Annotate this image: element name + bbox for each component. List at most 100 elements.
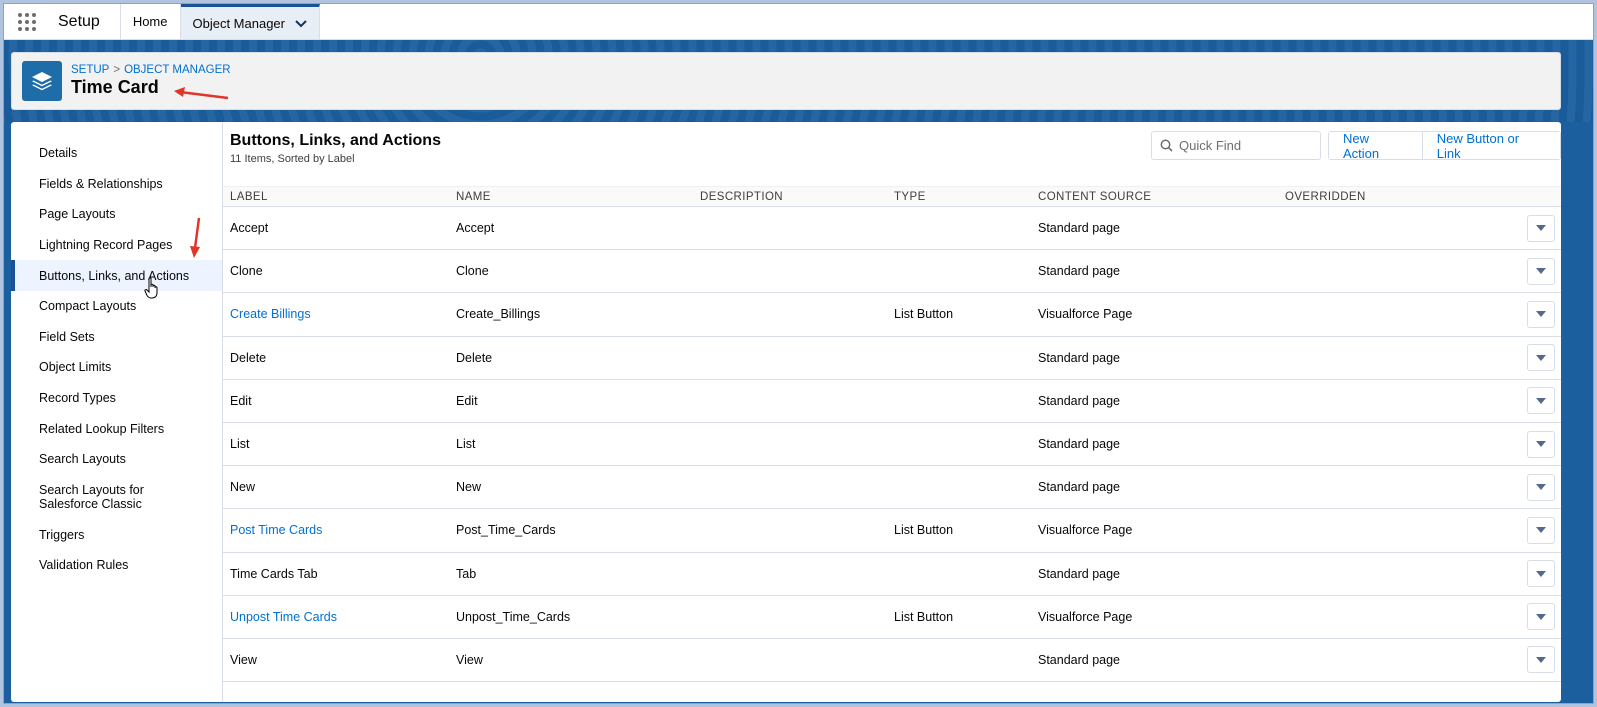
caret-down-icon xyxy=(1536,397,1546,404)
sidebar-item-search-layouts[interactable]: Search Layouts xyxy=(11,444,222,475)
caret-down-icon xyxy=(1536,441,1546,448)
row-label[interactable]: Post Time Cards xyxy=(230,523,322,537)
row-type: List Button xyxy=(894,523,954,538)
breadcrumb-setup[interactable]: SETUP xyxy=(71,64,109,76)
table-row: Delete Delete Standard page xyxy=(223,337,1561,380)
row-actions-menu-button[interactable] xyxy=(1527,516,1555,544)
table-row: Unpost Time Cards Unpost_Time_Cards List B… xyxy=(223,596,1561,639)
hand-cursor-icon xyxy=(144,277,158,299)
sidebar-item-label: Object Limits xyxy=(39,360,112,375)
annotation-arrow-sidebar xyxy=(190,217,201,258)
sidebar-item-label: Fields & Relationships xyxy=(39,176,163,191)
column-header-overridden[interactable]: OVERRIDDEN xyxy=(1285,191,1515,203)
row-label: List xyxy=(230,437,250,452)
column-header-label[interactable]: LABEL xyxy=(223,191,456,203)
sidebar-item-object-limits[interactable]: Object Limits xyxy=(11,352,222,383)
sidebar-item-search-layouts-classic[interactable]: Search Layouts for Salesforce Classic xyxy=(11,475,222,520)
row-label: Accept xyxy=(230,221,269,236)
column-header-description[interactable]: DESCRIPTION xyxy=(700,191,894,203)
sidebar: Details Fields & Relationships Page Layo… xyxy=(11,122,223,702)
table-row: View View Standard page xyxy=(223,639,1561,683)
row-actions-menu-button[interactable] xyxy=(1527,646,1555,674)
sidebar-item-compact-layouts[interactable]: Compact Layouts xyxy=(11,291,222,322)
table-row: New New Standard page xyxy=(223,466,1561,510)
sidebar-item-label: Compact Layouts xyxy=(39,299,137,314)
row-actions-menu-button[interactable] xyxy=(1527,300,1555,328)
row-label: Clone xyxy=(230,264,263,279)
section-subtitle: 11 Items, Sorted by Label xyxy=(230,153,355,165)
row-content-source: Visualforce Page xyxy=(1038,523,1133,538)
breadcrumb-object-manager[interactable]: OBJECT MANAGER xyxy=(124,64,231,76)
quick-find-box[interactable] xyxy=(1151,131,1321,160)
new-button-or-link-button[interactable]: New Button or Link xyxy=(1421,131,1560,161)
row-actions-menu-button[interactable] xyxy=(1527,603,1555,631)
sidebar-item-record-types[interactable]: Record Types xyxy=(11,383,222,414)
row-content-source: Visualforce Page xyxy=(1038,609,1133,624)
row-type: List Button xyxy=(894,609,954,624)
chevron-down-icon[interactable] xyxy=(295,16,307,31)
row-content-source: Standard page xyxy=(1038,350,1121,365)
quick-find-input[interactable] xyxy=(1179,138,1319,153)
sidebar-item-label: Details xyxy=(39,146,78,161)
row-name: New xyxy=(456,480,482,495)
sidebar-item-fields-relationships[interactable]: Fields & Relationships xyxy=(11,169,222,200)
tab-object-manager[interactable]: Object Manager xyxy=(180,4,320,39)
row-content-source: Standard page xyxy=(1038,480,1121,495)
row-name: Tab xyxy=(456,566,477,581)
table-row: Clone Clone Standard page xyxy=(223,250,1561,294)
row-content-source: Standard page xyxy=(1038,652,1121,667)
annotation-arrow-title xyxy=(174,87,229,100)
sidebar-item-label: Field Sets xyxy=(39,329,95,344)
sidebar-item-label: Search Layouts xyxy=(39,452,126,467)
row-label: Edit xyxy=(230,393,252,408)
tab-label: Home xyxy=(132,14,168,29)
sidebar-item-label: Record Types xyxy=(39,391,116,406)
row-name: List xyxy=(456,437,476,452)
tab-home[interactable]: Home xyxy=(121,4,181,39)
row-type: List Button xyxy=(894,307,954,322)
caret-down-icon xyxy=(1536,225,1546,232)
row-name: Clone xyxy=(456,264,489,279)
row-actions-menu-button[interactable] xyxy=(1527,387,1555,415)
caret-down-icon xyxy=(1536,311,1546,318)
sidebar-item-label: Related Lookup Filters xyxy=(39,421,165,436)
table-row: Create Billings Create_Billings List Butto… xyxy=(223,293,1561,337)
app-name: Setup xyxy=(50,4,121,39)
row-label[interactable]: Unpost Time Cards xyxy=(230,610,337,624)
sidebar-item-label: Triggers xyxy=(39,527,85,542)
column-header-name[interactable]: NAME xyxy=(456,191,700,203)
global-nav-bar: Setup Home Object Manager xyxy=(4,4,1593,40)
row-actions-menu-button[interactable] xyxy=(1527,430,1555,458)
new-action-button[interactable]: New Action xyxy=(1329,131,1422,161)
table-body: Accept Accept Standard page Clone Clone Stand… xyxy=(223,207,1561,683)
caret-down-icon xyxy=(1536,268,1546,275)
row-actions-menu-button[interactable] xyxy=(1527,560,1555,588)
row-content-source: Standard page xyxy=(1038,437,1121,452)
sidebar-item-related-lookup-filters[interactable]: Related Lookup Filters xyxy=(11,413,222,444)
row-actions-menu-button[interactable] xyxy=(1527,473,1555,501)
row-label: Time Cards Tab xyxy=(230,566,318,581)
row-actions-menu-button[interactable] xyxy=(1527,214,1555,242)
row-content-source: Standard page xyxy=(1038,393,1121,408)
row-name: Accept xyxy=(456,221,495,236)
row-label[interactable]: Create Billings xyxy=(230,307,311,321)
column-header-type[interactable]: TYPE xyxy=(894,191,1038,203)
sidebar-item-validation-rules[interactable]: Validation Rules xyxy=(11,550,222,581)
table-row: Accept Accept Standard page xyxy=(223,207,1561,251)
sidebar-item-details[interactable]: Details xyxy=(11,138,222,169)
row-content-source: Standard page xyxy=(1038,264,1121,279)
sidebar-item-field-sets[interactable]: Field Sets xyxy=(11,322,222,353)
sidebar-item-label: Buttons, Links, and Actions xyxy=(39,268,190,283)
search-icon xyxy=(1160,139,1173,152)
layers-icon xyxy=(22,61,62,101)
content-area: Buttons, Links, and Actions 11 Items, So… xyxy=(223,122,1561,702)
row-content-source: Visualforce Page xyxy=(1038,307,1133,322)
row-actions-menu-button[interactable] xyxy=(1527,257,1555,285)
section-title: Buttons, Links, and Actions xyxy=(230,132,441,149)
caret-down-icon xyxy=(1536,354,1546,361)
row-actions-menu-button[interactable] xyxy=(1527,344,1555,372)
sidebar-item-buttons-links-actions[interactable]: Buttons, Links, and Actions xyxy=(11,260,222,291)
app-launcher-button[interactable] xyxy=(4,4,50,39)
sidebar-item-triggers[interactable]: Triggers xyxy=(11,520,222,551)
column-header-content-source[interactable]: CONTENT SOURCE xyxy=(1038,191,1285,203)
